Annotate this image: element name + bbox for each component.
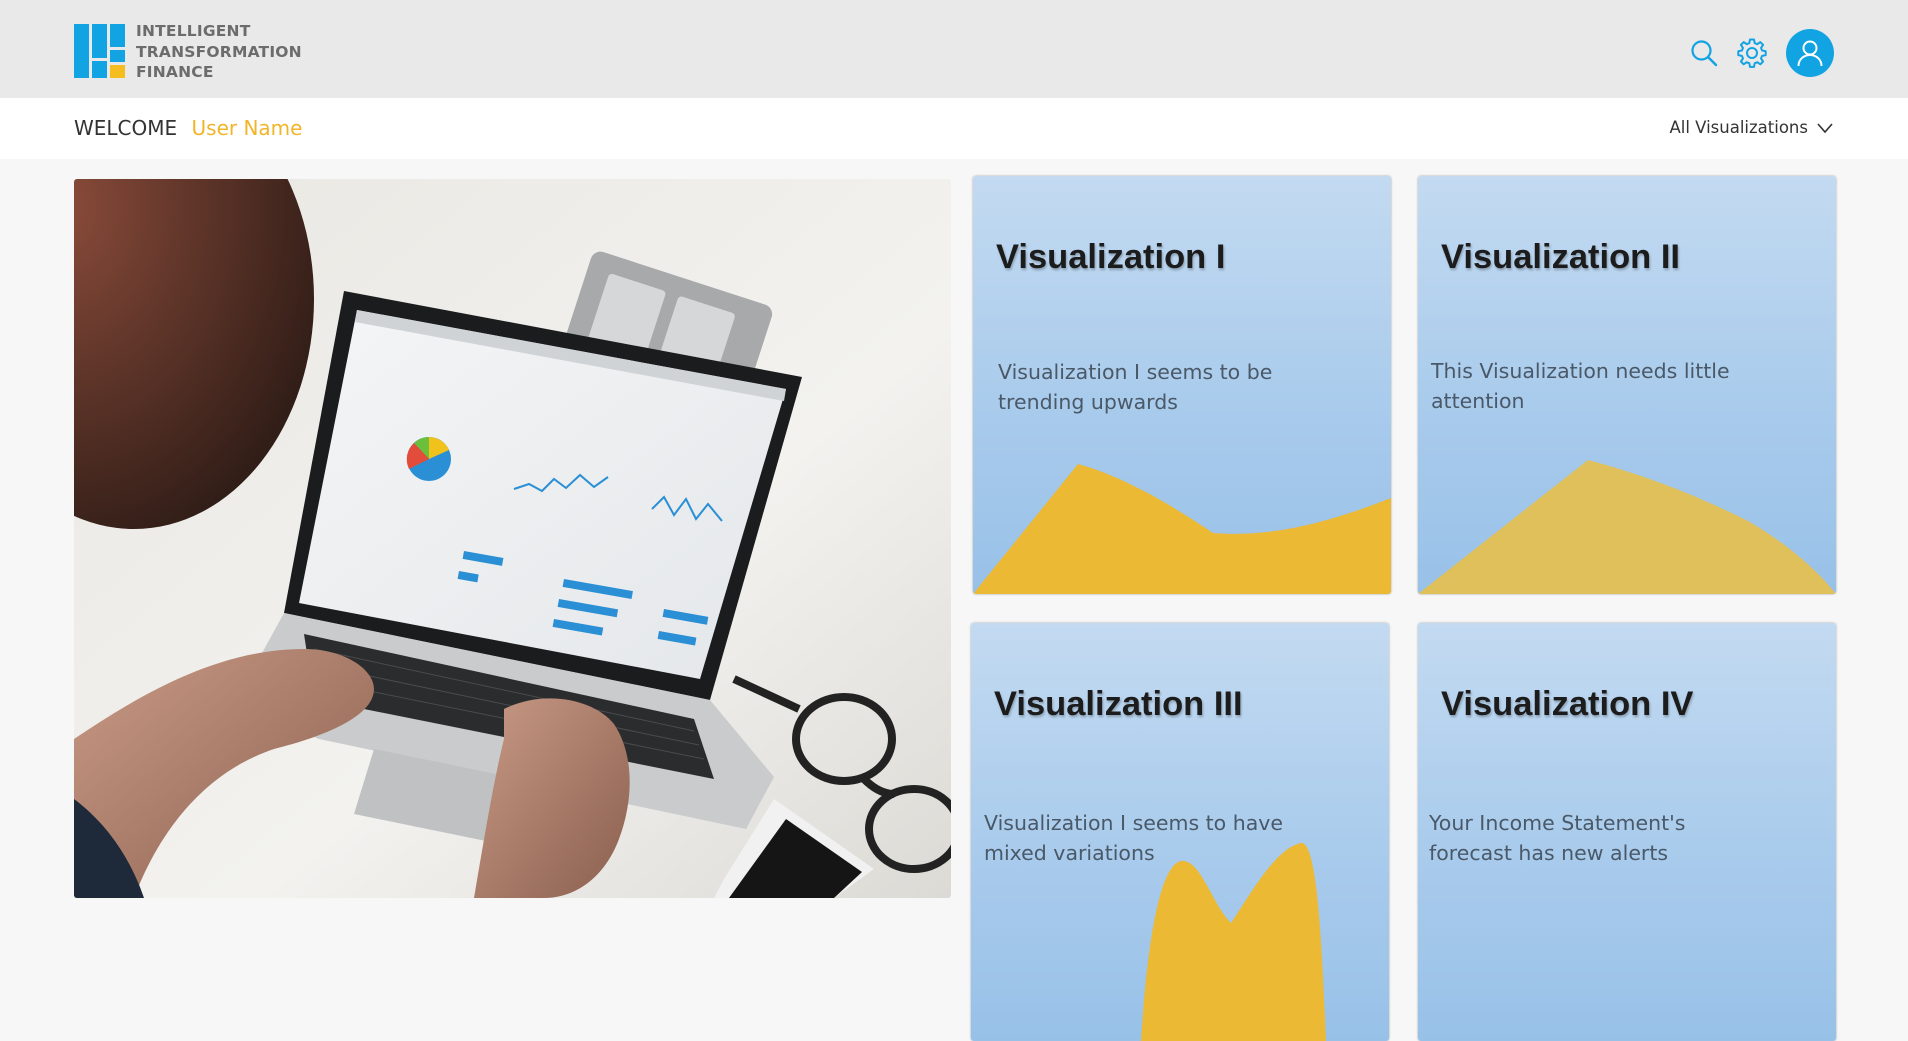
- visualization-card-1[interactable]: Visualization I Visualization I seems to…: [973, 176, 1391, 594]
- brand-name: INTELLIGENT TRANSFORMATION FINANCE: [136, 21, 302, 83]
- visualization-filter-label: All Visualizations: [1669, 118, 1808, 137]
- welcome-message: WELCOME User Name: [74, 116, 302, 140]
- top-navigation-bar: INTELLIGENT TRANSFORMATION FINANCE: [0, 0, 1908, 98]
- grid-logo-icon: [74, 24, 126, 78]
- brand-logo[interactable]: INTELLIGENT TRANSFORMATION FINANCE: [74, 21, 302, 83]
- brand-name-line-1: INTELLIGENT: [136, 22, 251, 40]
- brand-name-line-2: TRANSFORMATION: [136, 42, 302, 61]
- visualization-filter-dropdown[interactable]: All Visualizations: [1669, 118, 1834, 137]
- search-icon: [1691, 40, 1718, 67]
- welcome-bar: WELCOME User Name All Visualizations: [0, 98, 1908, 159]
- search-button[interactable]: [1688, 37, 1720, 69]
- header-actions: [1688, 29, 1834, 77]
- card-trend-graphic: [1141, 842, 1326, 1041]
- brand-name-line-3: FINANCE: [136, 63, 214, 81]
- user-avatar-button[interactable]: [1786, 29, 1834, 77]
- chevron-down-icon: [1817, 122, 1833, 133]
- user-name: User Name: [191, 116, 303, 140]
- card-description: Your Income Statement's forecast has new…: [1429, 811, 1686, 865]
- welcome-label: WELCOME: [74, 116, 178, 140]
- visualization-card-3[interactable]: Visualization III Visualization I seems …: [971, 623, 1389, 1041]
- hero-image: [74, 179, 951, 898]
- visualization-card-4[interactable]: Visualization IV Your Income Statement's…: [1418, 623, 1836, 1041]
- card-title: Visualization IV: [1441, 685, 1694, 723]
- user-avatar-icon: [1797, 40, 1823, 67]
- card-trend-graphic: [973, 464, 1391, 594]
- gear-icon: [1737, 38, 1767, 68]
- visualization-card-2[interactable]: Visualization II This Visualization need…: [1418, 176, 1836, 594]
- card-trend-graphic: [1418, 460, 1836, 594]
- settings-button[interactable]: [1736, 37, 1768, 69]
